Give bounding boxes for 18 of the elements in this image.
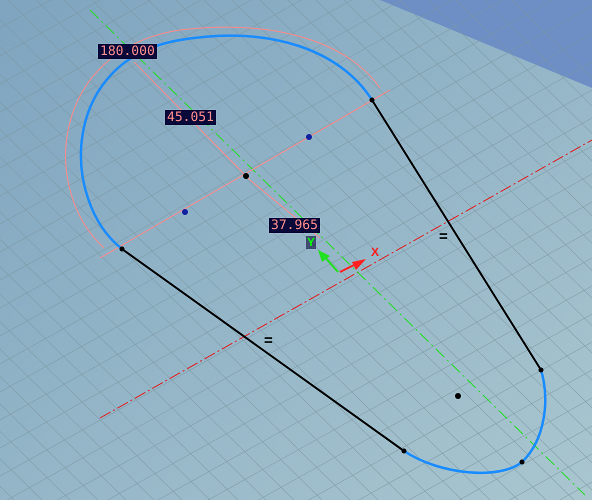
point xyxy=(306,134,312,140)
equal-constraint: = xyxy=(439,229,448,245)
center-point xyxy=(455,393,461,399)
axis-label: X xyxy=(371,246,380,259)
center-point xyxy=(243,173,249,179)
dimension-label[interactable]: 180.000 xyxy=(98,44,157,59)
equal-constraint: = xyxy=(264,333,273,349)
endpoint xyxy=(120,246,124,252)
endpoint xyxy=(402,448,406,454)
axis-label: Y xyxy=(306,236,316,249)
dimension-label[interactable]: 45.051 xyxy=(165,110,216,125)
endpoint xyxy=(520,460,524,464)
y-axis-arrow-icon xyxy=(318,250,339,273)
endpoint xyxy=(370,98,374,102)
point xyxy=(182,209,188,215)
x-axis-arrow-icon xyxy=(340,259,366,273)
dimension-label[interactable]: 37.965 xyxy=(269,218,320,233)
endpoint xyxy=(538,368,544,372)
